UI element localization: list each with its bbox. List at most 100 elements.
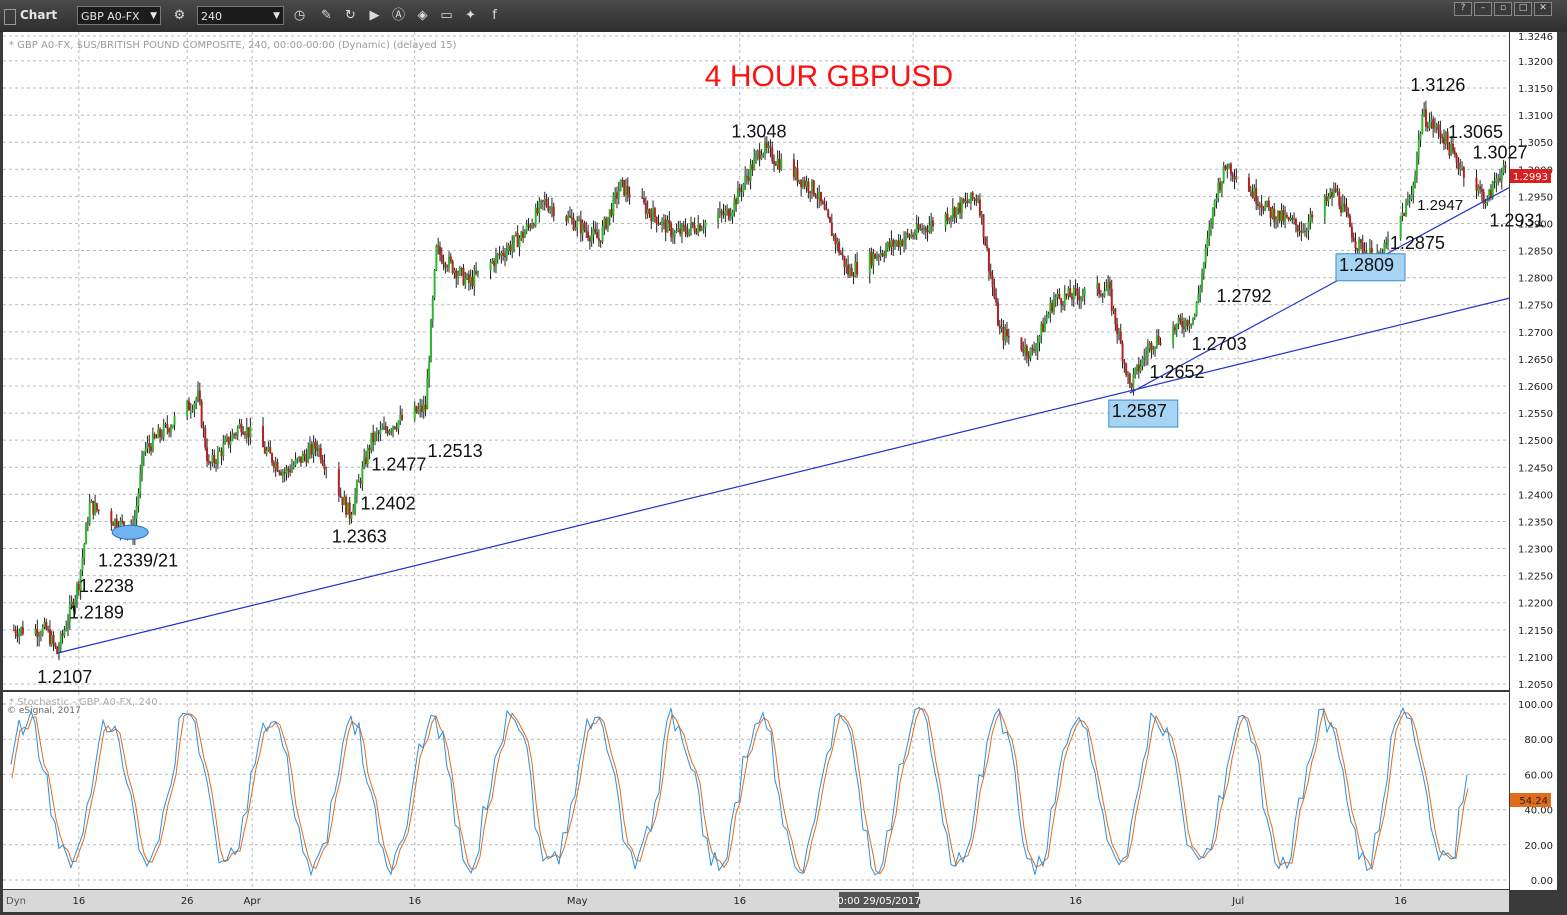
dyn-label[interactable]: Dyn bbox=[6, 896, 26, 907]
candle-body bbox=[641, 197, 644, 199]
chart-area[interactable]: 1.32461.32001.31501.31001.30501.30001.29… bbox=[0, 32, 1567, 915]
candle-body bbox=[1459, 167, 1462, 170]
symbol-value: GBP A0-FX bbox=[81, 10, 140, 23]
restore-icon[interactable]: ▫ bbox=[1494, 2, 1512, 16]
close-icon[interactable]: ✕ bbox=[1534, 2, 1552, 16]
candle-body bbox=[475, 271, 478, 274]
candle-body bbox=[153, 434, 156, 438]
alert-icon[interactable]: Ⓐ bbox=[390, 7, 407, 24]
price-tick-label: 1.2400 bbox=[1518, 490, 1553, 501]
candle-body bbox=[1132, 374, 1135, 388]
chevron-down-icon[interactable]: ▼ bbox=[273, 7, 280, 26]
candle-body bbox=[265, 450, 268, 454]
candle-body bbox=[1031, 347, 1034, 350]
candle-body bbox=[1479, 186, 1482, 190]
candle-body bbox=[702, 227, 705, 229]
candle-body bbox=[1311, 214, 1314, 218]
candle-body bbox=[164, 423, 167, 425]
candle-body bbox=[904, 233, 907, 241]
candle-body bbox=[1455, 154, 1458, 163]
candle-body bbox=[801, 180, 804, 187]
candle-body bbox=[38, 635, 41, 638]
price-annotation: 1.2652 bbox=[1149, 362, 1204, 382]
candle-body bbox=[675, 230, 678, 233]
candle-body bbox=[906, 233, 909, 235]
candle-body bbox=[978, 199, 981, 216]
chevron-down-icon[interactable]: ▼ bbox=[150, 7, 157, 26]
candle-body bbox=[1303, 230, 1306, 232]
candle-body bbox=[1081, 295, 1084, 298]
candle-body bbox=[61, 633, 64, 636]
candle-body bbox=[281, 472, 284, 475]
candle-body bbox=[670, 223, 673, 237]
candle-body bbox=[805, 181, 808, 187]
candle-body bbox=[1266, 200, 1269, 205]
candle-body bbox=[569, 215, 572, 218]
candle-body bbox=[693, 225, 696, 232]
candle-body bbox=[1433, 127, 1436, 129]
candle-body bbox=[912, 234, 915, 237]
candle-body bbox=[895, 240, 898, 244]
interval-select[interactable]: 240 ▼ bbox=[197, 6, 284, 25]
candle-body bbox=[1300, 230, 1303, 233]
candle-body bbox=[1069, 288, 1072, 298]
twitter-icon[interactable]: ✦ bbox=[462, 7, 479, 24]
candle-body bbox=[1258, 204, 1261, 206]
candle-body bbox=[989, 271, 992, 276]
stoch-tick-label: 80.00 bbox=[1524, 735, 1553, 746]
candle-body bbox=[1401, 212, 1404, 217]
price-annotation: 1.2587 bbox=[1112, 401, 1167, 421]
candle-body bbox=[437, 245, 440, 247]
candle-body bbox=[610, 209, 613, 216]
candle-body bbox=[875, 256, 878, 259]
candle-body bbox=[95, 503, 98, 510]
candle-body bbox=[585, 230, 588, 233]
candle-body bbox=[603, 218, 606, 227]
candle-body bbox=[1488, 190, 1491, 198]
candle-body bbox=[262, 426, 265, 448]
play-icon[interactable]: ▶ bbox=[366, 7, 383, 24]
facebook-icon[interactable]: f bbox=[486, 7, 503, 24]
clock-icon[interactable]: ◷ bbox=[291, 7, 308, 24]
candle-body bbox=[852, 276, 855, 278]
candle-body bbox=[717, 215, 720, 222]
candle-body bbox=[1067, 288, 1070, 296]
minimize-icon[interactable]: – bbox=[1474, 2, 1492, 16]
candle-body bbox=[458, 267, 461, 275]
candle-body bbox=[370, 432, 373, 451]
candle-body bbox=[1280, 210, 1283, 221]
candle-body bbox=[758, 150, 761, 160]
candle-body bbox=[319, 447, 322, 460]
maximize-icon[interactable]: □ bbox=[1514, 2, 1532, 16]
candle-body bbox=[1296, 225, 1299, 232]
settings-icon[interactable]: ⚙ bbox=[171, 7, 188, 24]
candle-body bbox=[547, 205, 550, 211]
tag-icon[interactable]: ◈ bbox=[414, 7, 431, 24]
candle-body bbox=[926, 230, 929, 233]
candle-body bbox=[606, 216, 609, 229]
candle-body bbox=[355, 482, 358, 495]
candle-body bbox=[274, 462, 277, 468]
candle-body bbox=[476, 270, 479, 274]
candle-body bbox=[608, 209, 611, 217]
candle-body bbox=[1063, 293, 1066, 306]
refresh-icon[interactable]: ↻ bbox=[342, 7, 359, 24]
candle-body bbox=[368, 447, 371, 451]
comment-icon[interactable]: ▭ bbox=[438, 7, 455, 24]
candle-body bbox=[1208, 227, 1211, 239]
candle-body bbox=[740, 191, 743, 193]
window-grip-icon[interactable] bbox=[4, 9, 16, 25]
help-icon[interactable]: ? bbox=[1454, 2, 1472, 16]
candle-body bbox=[426, 378, 429, 410]
symbol-input[interactable]: GBP A0-FX ▼ bbox=[77, 6, 161, 25]
candle-body bbox=[653, 208, 656, 217]
pencil-icon[interactable]: ✎ bbox=[318, 7, 335, 24]
price-annotation: 1.2189 bbox=[69, 603, 124, 623]
candle-body bbox=[267, 447, 270, 451]
candle-body bbox=[1354, 241, 1357, 249]
candle-body bbox=[550, 206, 553, 209]
candle-body bbox=[280, 472, 283, 475]
candle-body bbox=[1071, 297, 1074, 300]
candle-body bbox=[139, 473, 142, 494]
candle-body bbox=[1154, 346, 1157, 349]
